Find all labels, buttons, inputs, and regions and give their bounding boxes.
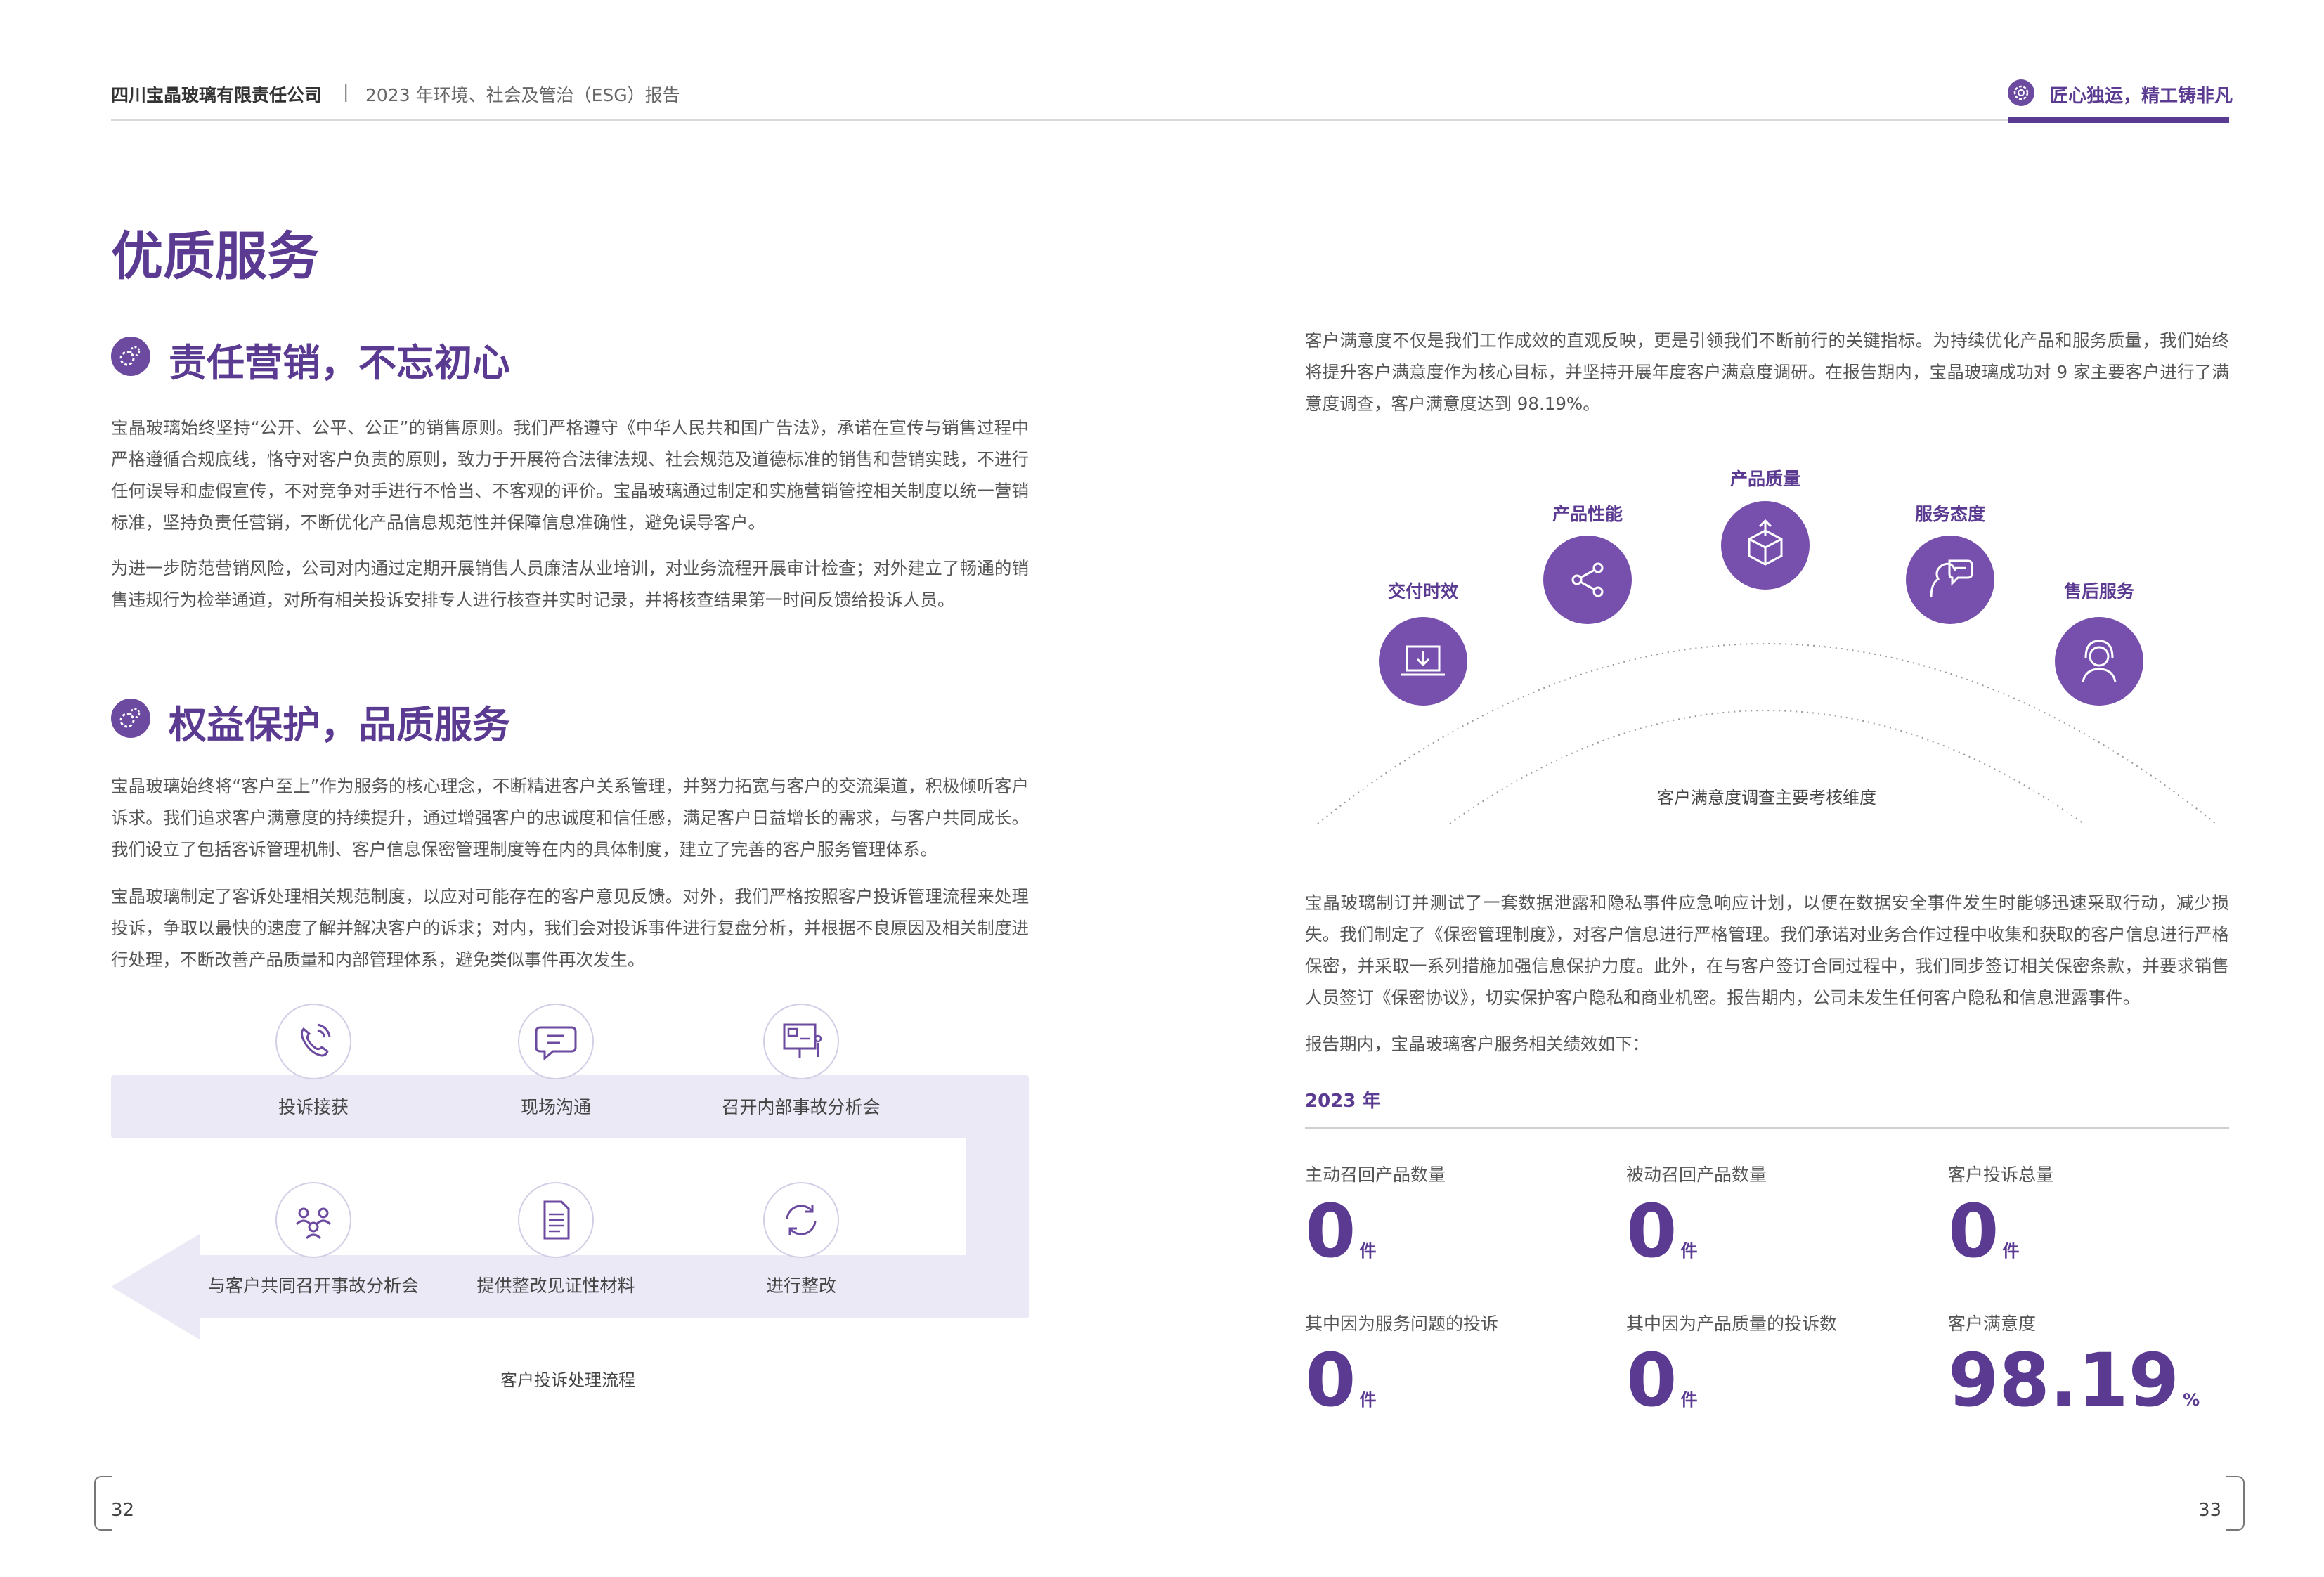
- flow-step-label: 进行整改: [765, 1276, 836, 1296]
- chat-bubble-icon: [518, 1004, 594, 1079]
- header-divider: [111, 119, 2229, 121]
- page-number-right: 33: [2198, 1500, 2222, 1521]
- stat-unit: 件: [1680, 1390, 1698, 1410]
- phone-icon: [275, 1004, 351, 1079]
- stat-label: 其中因为服务问题的投诉: [1305, 1313, 1499, 1334]
- stat-value-group: 0 件: [1626, 1344, 1697, 1417]
- presentation-board-icon: [763, 1004, 839, 1079]
- headset-agent-icon: [2055, 617, 2143, 706]
- header-slogan: 匠心独运，精工铸非凡: [2050, 86, 2233, 107]
- document-icon: [518, 1182, 594, 1258]
- share-nodes-icon: [1543, 536, 1632, 624]
- flow-caption: 客户投诉处理流程: [500, 1370, 635, 1390]
- stat-value-group: 0 件: [1948, 1195, 2019, 1268]
- stat-label: 主动召回产品数量: [1305, 1164, 1446, 1185]
- stat-label: 其中因为产品质量的投诉数: [1626, 1313, 1838, 1334]
- survey-caption: 客户满意度调查主要考核维度: [1657, 788, 1876, 807]
- stat-unit: 件: [1359, 1390, 1377, 1410]
- privacy-paragraph: 宝晶玻璃制订并测试了一套数据泄露和隐私事件应急响应计划，以便在数据安全事件发生时…: [1305, 893, 2229, 1008]
- stat-label: 客户满意度: [1948, 1313, 2037, 1334]
- page-number-bracket: [2226, 1476, 2245, 1531]
- dimension-label: 产品质量: [1729, 469, 1800, 489]
- stat-value-group: 0 件: [1305, 1195, 1376, 1268]
- stats-divider: [1305, 1127, 2229, 1129]
- stat-value-group: 98.19 %: [1948, 1344, 2200, 1417]
- flow-step-label: 与客户共同召开事故分析会: [207, 1276, 419, 1296]
- dimension-label: 售后服务: [2063, 581, 2134, 602]
- stat-unit: 件: [2002, 1241, 2020, 1261]
- paragraph-protection-2: 宝晶玻璃制定了客诉处理相关规范制度，以应对可能存在的客户意见反馈。对外，我们严格…: [111, 886, 1029, 970]
- dimension-label: 服务态度: [1914, 504, 1985, 524]
- stat-label: 被动召回产品数量: [1626, 1164, 1767, 1185]
- page-number-left: 32: [111, 1500, 135, 1521]
- people-meeting-icon: [275, 1182, 351, 1258]
- box-upload-icon: [1721, 501, 1810, 590]
- stat-value: 0: [1626, 1188, 1677, 1274]
- dimension-label: 交付时效: [1387, 581, 1458, 602]
- paragraph-marketing-2: 为进一步防范营销风险，公司对内通过定期开展销售人员廉洁从业培训，对业务流程开展审…: [111, 558, 1029, 610]
- page-title: 优质服务: [111, 226, 319, 287]
- gear-logo-icon: [2008, 79, 2034, 106]
- stat-value: 0: [1626, 1337, 1677, 1423]
- stat-value: 98.19: [1948, 1337, 2179, 1423]
- paragraph-protection-1: 宝晶玻璃始终将“客户至上”作为服务的核心理念，不断精进客户关系管理，并努力拓宽与…: [111, 776, 1029, 859]
- flow-step-label: 现场沟通: [520, 1097, 591, 1117]
- header-accent-bar: [2008, 117, 2229, 123]
- refresh-cycle-icon: [763, 1182, 839, 1258]
- stat-unit: 件: [1359, 1241, 1377, 1261]
- person-speech-icon: [1906, 536, 1994, 624]
- page-number-bracket: [94, 1476, 112, 1531]
- dimension-label: 产品性能: [1552, 504, 1623, 524]
- stat-label: 客户投诉总量: [1948, 1164, 2054, 1185]
- stat-unit: %: [2183, 1390, 2200, 1410]
- stat-unit: 件: [1680, 1241, 1698, 1261]
- stat-value-group: 0 件: [1626, 1195, 1697, 1268]
- stat-value: 0: [1305, 1337, 1356, 1423]
- download-laptop-icon: [1379, 617, 1467, 706]
- gears-icon: [111, 699, 150, 738]
- flow-step-label: 投诉接获: [278, 1097, 349, 1117]
- paragraph-marketing-1: 宝晶玻璃始终坚持“公开、公平、公正”的销售原则。我们严格遵守《中华人民共和国广告…: [111, 417, 1029, 533]
- stats-year: 2023 年: [1305, 1091, 1381, 1112]
- flow-step-label: 召开内部事故分析会: [722, 1097, 881, 1117]
- stat-value: 0: [1948, 1188, 1999, 1274]
- flow-step-label: 提供整改见证性材料: [476, 1276, 635, 1296]
- section-title-protection: 权益保护，品质服务: [169, 703, 510, 747]
- stat-value-group: 0 件: [1305, 1344, 1376, 1417]
- satisfaction-intro: 客户满意度不仅是我们工作成效的直观反映，更是引领我们不断前行的关键指标。为持续优…: [1305, 330, 2229, 414]
- header-separator: |: [343, 82, 349, 102]
- report-title: 2023 年环境、社会及管治（ESG）报告: [365, 85, 680, 105]
- company-name: 四川宝晶玻璃有限责任公司: [111, 85, 323, 105]
- stat-value: 0: [1305, 1188, 1356, 1274]
- gears-icon: [111, 337, 150, 376]
- section-title-marketing: 责任营销，不忘初心: [169, 341, 510, 385]
- performance-intro: 报告期内，宝晶玻璃客户服务相关绩效如下：: [1305, 1034, 1649, 1054]
